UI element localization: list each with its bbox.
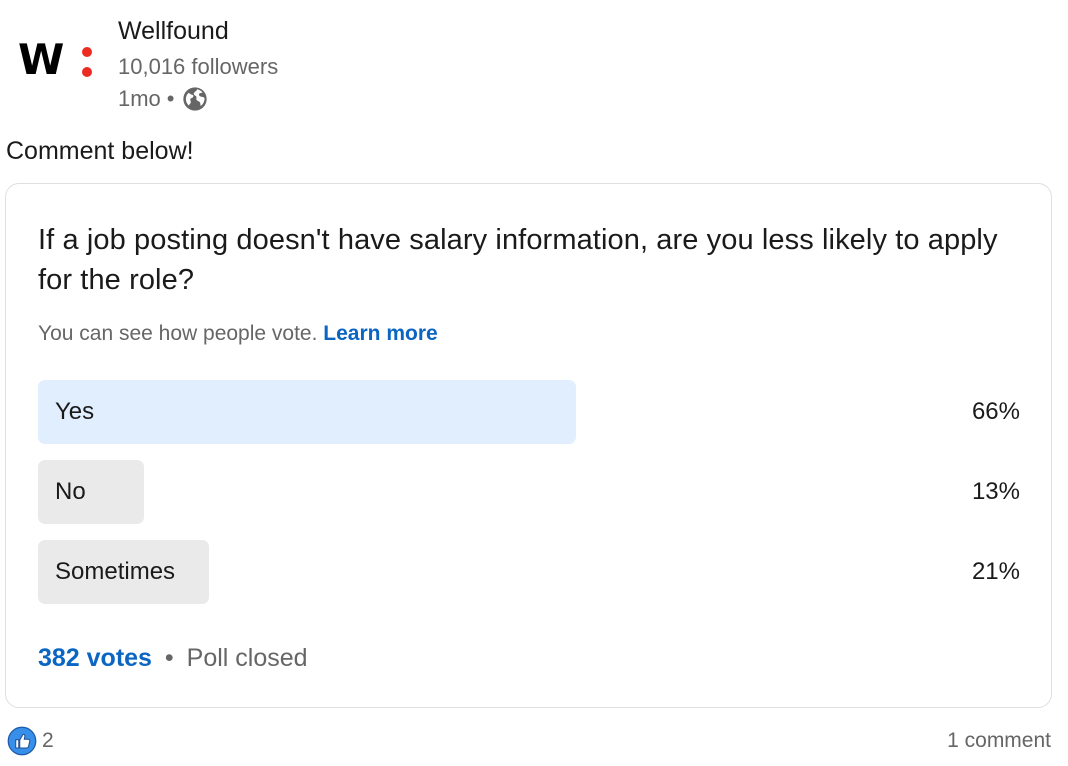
poll-notice-text: You can see how people vote.	[38, 322, 318, 345]
follower-count: 10,016 followers	[118, 54, 279, 79]
company-logo[interactable]: W	[16, 34, 102, 84]
poll-option-label: Yes	[55, 398, 95, 425]
poll-option-label: Sometimes	[55, 558, 176, 585]
poll-visibility-notice: You can see how people vote. Learn more	[38, 319, 438, 349]
post-time: 1mo	[118, 86, 161, 111]
meta-separator: •	[166, 86, 175, 111]
poll-option-sometimes[interactable]: Sometimes 21%	[38, 540, 1020, 604]
learn-more-link[interactable]: Learn more	[323, 322, 437, 345]
poll-option-label: No	[55, 478, 86, 505]
poll-option-bar	[38, 460, 144, 524]
globe-icon	[181, 85, 209, 113]
vote-count-link[interactable]: 382 votes	[38, 644, 152, 672]
reaction-count: 2	[42, 729, 54, 752]
poll-status: Poll closed	[186, 644, 308, 672]
poll-option-percent: 66%	[971, 398, 1020, 425]
logo-dot-top	[82, 47, 92, 57]
poll-option-no[interactable]: No 13%	[38, 460, 1020, 524]
post-text: Comment below!	[6, 137, 194, 165]
post-header: W Wellfound 10,016 followers 1mo •	[16, 14, 616, 114]
poll-option-yes[interactable]: Yes 66%	[38, 380, 1020, 444]
poll-question: If a job posting doesn't have salary inf…	[38, 224, 998, 296]
company-name[interactable]: Wellfound	[118, 16, 229, 46]
comment-count-link[interactable]: 1 comment	[947, 724, 1051, 758]
like-icon	[7, 726, 37, 756]
poll-option-bar	[38, 380, 576, 444]
footer-separator: •	[164, 644, 174, 672]
poll-option-percent: 13%	[971, 478, 1020, 505]
post-meta: 1mo •	[118, 84, 209, 114]
poll-card: If a job posting doesn't have salary inf…	[5, 183, 1052, 708]
poll-option-percent: 21%	[971, 558, 1020, 585]
poll-footer: 382 votes • Poll closed	[38, 641, 308, 675]
logo-dot-bottom	[82, 67, 92, 77]
reaction-summary[interactable]: 2	[7, 724, 54, 758]
logo-letter: W	[18, 35, 64, 84]
